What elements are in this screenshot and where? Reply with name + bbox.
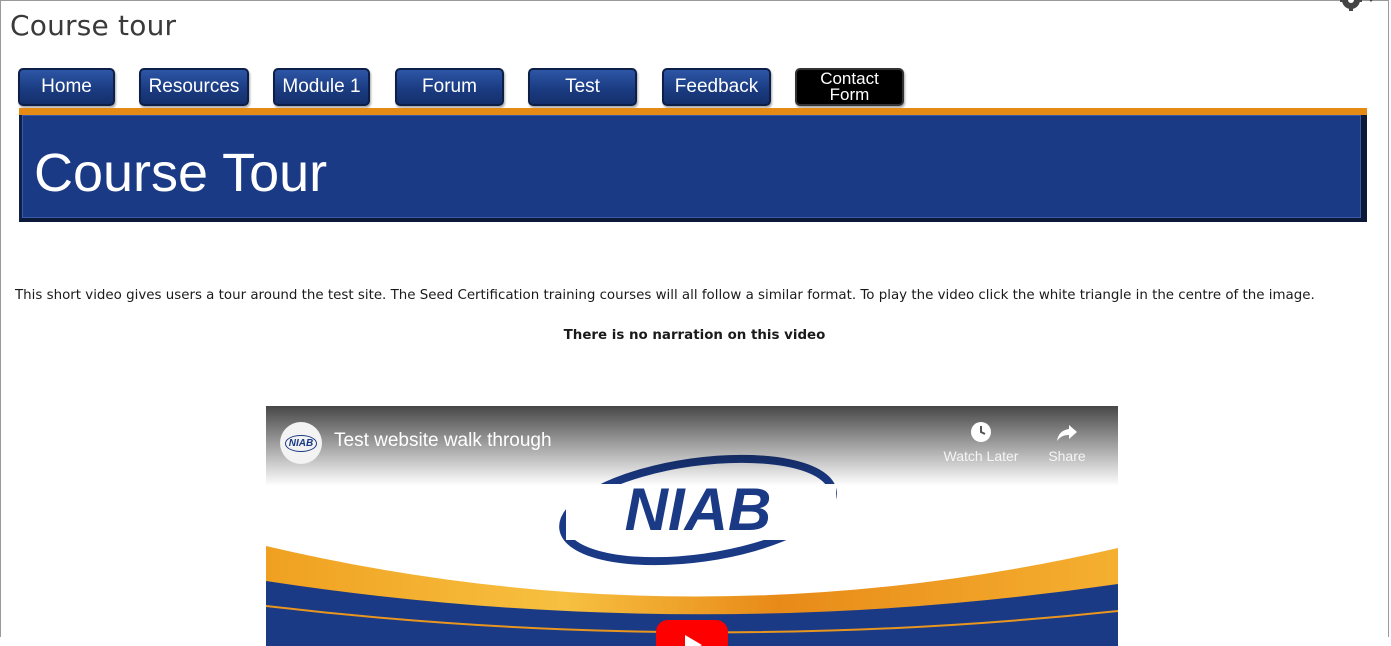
nav-module-1-button[interactable]: Module 1 — [273, 68, 370, 106]
nav-home-button[interactable]: Home — [18, 68, 115, 106]
narration-note: There is no narration on this video — [563, 328, 826, 343]
gear-icon[interactable] — [1337, 0, 1377, 18]
banner-title: Course Tour — [34, 143, 328, 203]
watch-later-button[interactable]: Watch Later — [936, 420, 1026, 464]
accent-bar — [19, 108, 1367, 115]
niab-brand-text: NIAB — [625, 476, 772, 543]
share-button[interactable]: Share — [1022, 420, 1112, 464]
video-player[interactable]: NIAB NIAB Test website walk through Watc… — [266, 406, 1118, 646]
channel-avatar[interactable]: NIAB — [280, 422, 322, 464]
play-icon — [685, 635, 702, 646]
nav-feedback-button[interactable]: Feedback — [662, 68, 771, 106]
nav-test-label: Test — [565, 76, 600, 97]
nav-resources-label: Resources — [148, 76, 240, 97]
clock-icon — [971, 422, 991, 442]
nav-module-1-label: Module 1 — [282, 76, 361, 97]
nav-test-button[interactable]: Test — [528, 68, 637, 106]
nav-home-label: Home — [41, 76, 92, 97]
play-button[interactable] — [656, 620, 728, 646]
nav-forum-button[interactable]: Forum — [395, 68, 504, 106]
nav-contact-form-button[interactable]: Contact Form — [795, 68, 904, 106]
intro-text: This short video gives users a tour arou… — [15, 288, 1315, 303]
course-banner: Course Tour — [19, 115, 1367, 222]
page-title: Course tour — [10, 9, 177, 42]
share-arrow-icon — [1057, 425, 1077, 441]
video-title[interactable]: Test website walk through — [334, 430, 552, 452]
share-label: Share — [1048, 448, 1086, 464]
nav-resources-button[interactable]: Resources — [139, 68, 249, 106]
channel-logo-text: NIAB — [284, 434, 318, 452]
nav-feedback-label: Feedback — [674, 76, 759, 97]
nav-forum-label: Forum — [422, 76, 477, 97]
watch-later-label: Watch Later — [943, 448, 1019, 464]
nav-contact-form-label: Contact Form — [820, 69, 879, 104]
